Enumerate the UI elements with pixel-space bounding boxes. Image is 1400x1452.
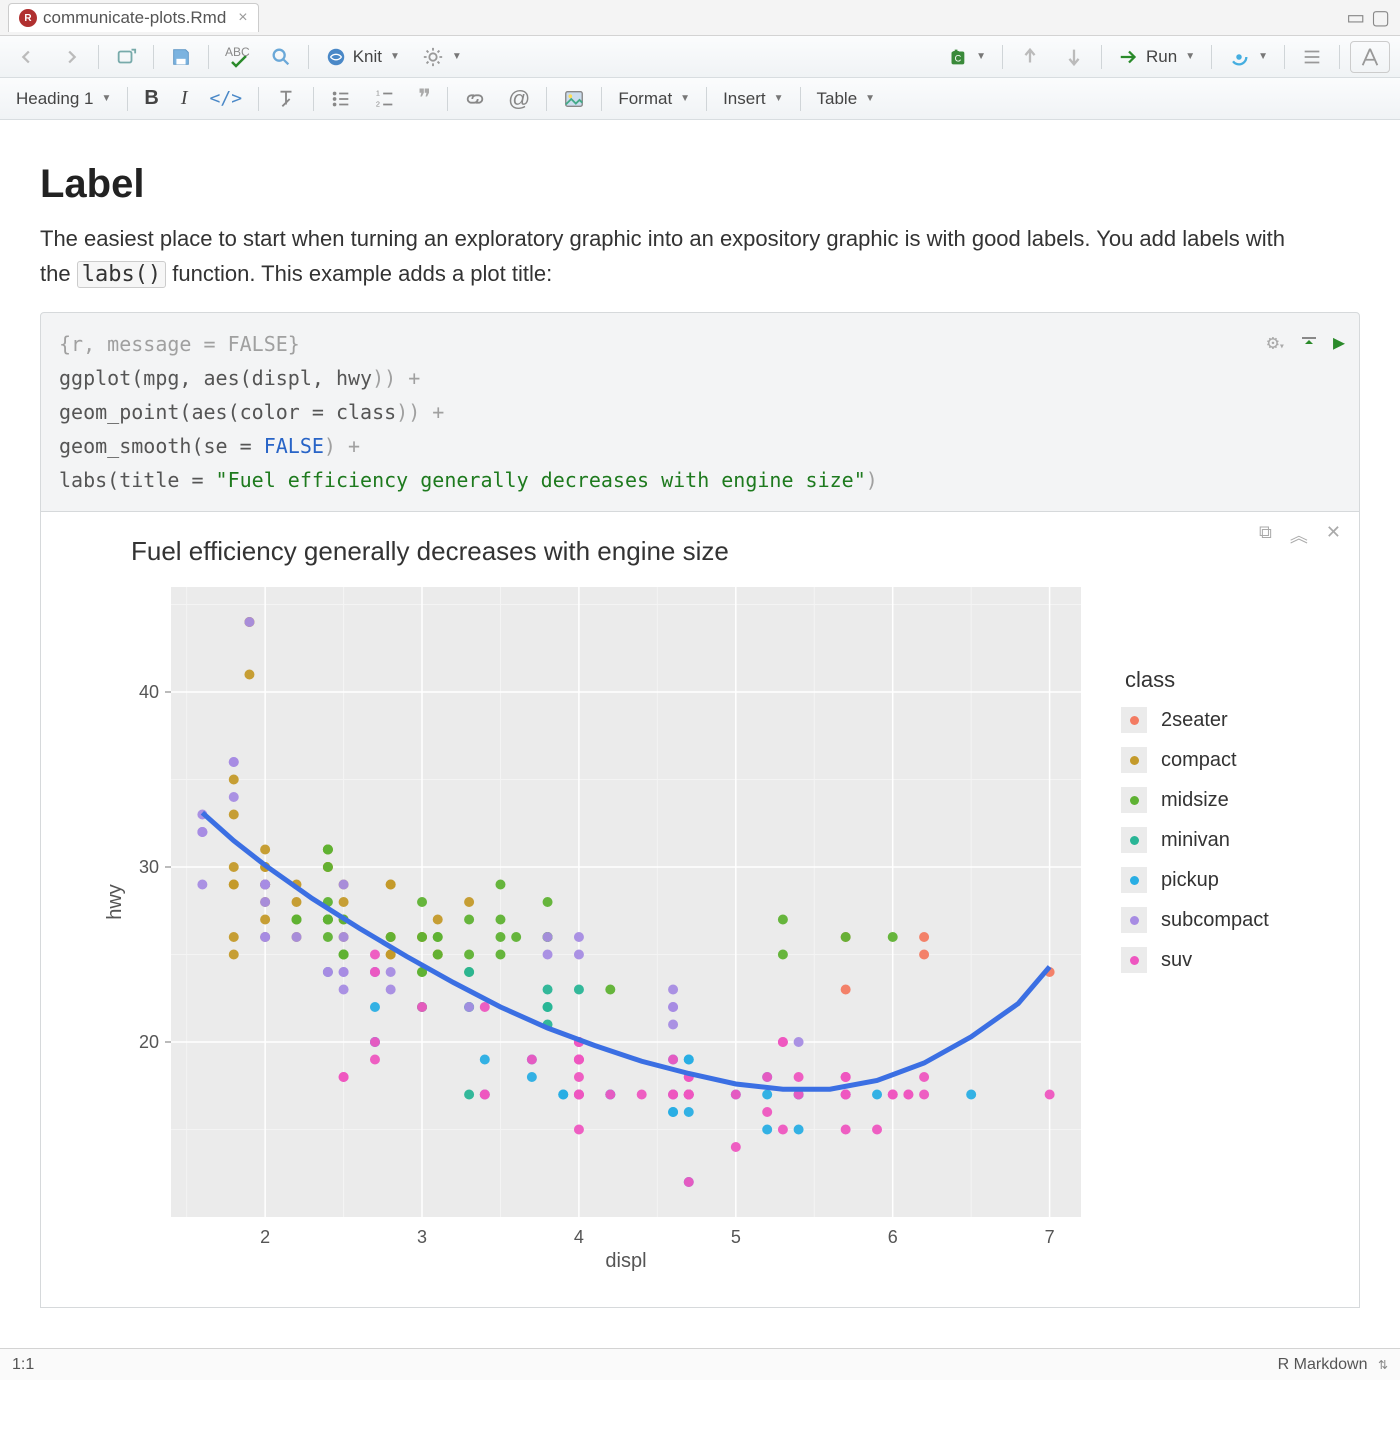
- svg-text:3: 3: [417, 1227, 427, 1247]
- prose-paragraph: The easiest place to start when turning …: [40, 221, 1320, 292]
- legend-item: pickup: [1121, 867, 1269, 893]
- bullet-list-button[interactable]: [324, 85, 358, 113]
- svg-text:2: 2: [260, 1227, 270, 1247]
- knit-button[interactable]: Knit ▼: [319, 43, 406, 71]
- maximize-icon[interactable]: ▢: [1371, 5, 1390, 30]
- visual-editor-button[interactable]: [1350, 41, 1390, 73]
- format-toolbar: Heading 1 ▼ B I </> 12 ❞ @ Format▼ Inser…: [0, 78, 1400, 120]
- output-close-icon[interactable]: ✕: [1326, 522, 1341, 548]
- window-controls: ▭ ▢: [1346, 5, 1400, 30]
- save-button[interactable]: [164, 43, 198, 71]
- heading-label: Heading 1: [16, 89, 94, 109]
- scatter-plot: 2 3 4 5 6 7 20 30 40 displ hwy: [101, 577, 1101, 1277]
- tab-filename: communicate-plots.Rmd: [43, 8, 226, 28]
- output-popup-icon[interactable]: ⧉: [1259, 522, 1272, 548]
- tab-bar: R communicate-plots.Rmd × ▭ ▢: [0, 0, 1400, 36]
- svg-text:7: 7: [1045, 1227, 1055, 1247]
- svg-text:5: 5: [731, 1227, 741, 1247]
- chart-legend: class 2seater compact midsize minivan pickup…: [1121, 577, 1269, 987]
- file-tab[interactable]: R communicate-plots.Rmd ×: [8, 3, 259, 32]
- legend-item: minivan: [1121, 827, 1269, 853]
- legend-item: subcompact: [1121, 907, 1269, 933]
- table-menu[interactable]: Table▼: [811, 86, 882, 112]
- svg-text:displ: displ: [605, 1250, 646, 1272]
- run-label: Run: [1146, 47, 1177, 67]
- output-collapse-icon[interactable]: ︽: [1290, 522, 1308, 548]
- forward-button[interactable]: [54, 43, 88, 71]
- run-button[interactable]: Run ▼: [1112, 43, 1201, 71]
- code-button[interactable]: </>: [204, 85, 249, 112]
- cursor-position: 1:1: [12, 1356, 34, 1374]
- svg-text:6: 6: [888, 1227, 898, 1247]
- knit-label: Knit: [353, 47, 382, 67]
- status-bar: 1:1 R Markdown ⇅: [0, 1348, 1400, 1380]
- run-chunk-icon[interactable]: ▶: [1333, 325, 1345, 359]
- svg-text:30: 30: [139, 857, 159, 877]
- caret-icon: ▼: [390, 51, 400, 62]
- svg-text:40: 40: [139, 682, 159, 702]
- svg-text:C: C: [955, 53, 962, 63]
- spellcheck-button[interactable]: ABC: [219, 43, 254, 71]
- italic-button[interactable]: I: [175, 84, 194, 113]
- code-chunk[interactable]: ⚙︎▾ ▶ {r, message = FALSE} ggplot(mpg, a…: [40, 312, 1360, 512]
- run-above-icon[interactable]: [1299, 325, 1319, 359]
- page-title: Label: [40, 162, 1360, 207]
- heading-dropdown[interactable]: Heading 1 ▼: [10, 86, 117, 112]
- output-controls: ⧉ ︽ ✕: [1259, 522, 1341, 548]
- svg-text:4: 4: [574, 1227, 584, 1247]
- link-button[interactable]: [458, 85, 492, 113]
- format-menu[interactable]: Format▼: [612, 86, 696, 112]
- chunk-settings-icon[interactable]: ⚙︎▾: [1267, 325, 1285, 359]
- chunk-output: ⧉ ︽ ✕ Fuel efficiency generally decrease…: [40, 512, 1360, 1308]
- legend-title: class: [1125, 667, 1269, 693]
- insert-menu[interactable]: Insert▼: [717, 86, 789, 112]
- blockquote-button[interactable]: ❞: [412, 81, 437, 116]
- legend-item: 2seater: [1121, 707, 1269, 733]
- next-chunk-button[interactable]: [1057, 43, 1091, 71]
- bold-button[interactable]: B: [138, 84, 164, 113]
- rmd-file-icon: R: [19, 9, 37, 27]
- inline-code: labs(): [77, 261, 166, 288]
- find-button[interactable]: [264, 43, 298, 71]
- legend-item: compact: [1121, 747, 1269, 773]
- legend-item: midsize: [1121, 787, 1269, 813]
- updown-icon: ⇅: [1378, 1358, 1388, 1372]
- minimize-icon[interactable]: ▭: [1346, 5, 1365, 30]
- image-button[interactable]: [557, 85, 591, 113]
- close-icon[interactable]: ×: [238, 9, 247, 27]
- chart-title: Fuel efficiency generally decreases with…: [131, 536, 1329, 567]
- svg-text:hwy: hwy: [104, 885, 126, 921]
- publish-button[interactable]: ▼: [1222, 43, 1274, 71]
- document-content: Label The easiest place to start when tu…: [0, 120, 1400, 1348]
- main-toolbar: ABC Knit ▼ ▼ C▼ Run ▼ ▼: [0, 36, 1400, 78]
- svg-text:2: 2: [376, 99, 380, 108]
- prev-chunk-button[interactable]: [1013, 43, 1047, 71]
- chunk-controls: ⚙︎▾ ▶: [1267, 325, 1345, 359]
- svg-text:1: 1: [376, 88, 380, 97]
- insert-chunk-button[interactable]: C▼: [940, 43, 992, 71]
- legend-item: suv: [1121, 947, 1269, 973]
- back-button[interactable]: [10, 43, 44, 71]
- outline-button[interactable]: [1295, 43, 1329, 71]
- citation-button[interactable]: @: [502, 83, 536, 115]
- language-mode[interactable]: R Markdown ⇅: [1278, 1356, 1388, 1374]
- show-in-new-window-button[interactable]: [109, 43, 143, 71]
- clear-format-button[interactable]: [269, 85, 303, 113]
- numbered-list-button[interactable]: 12: [368, 85, 402, 113]
- settings-button[interactable]: ▼: [416, 43, 468, 71]
- svg-text:20: 20: [139, 1032, 159, 1052]
